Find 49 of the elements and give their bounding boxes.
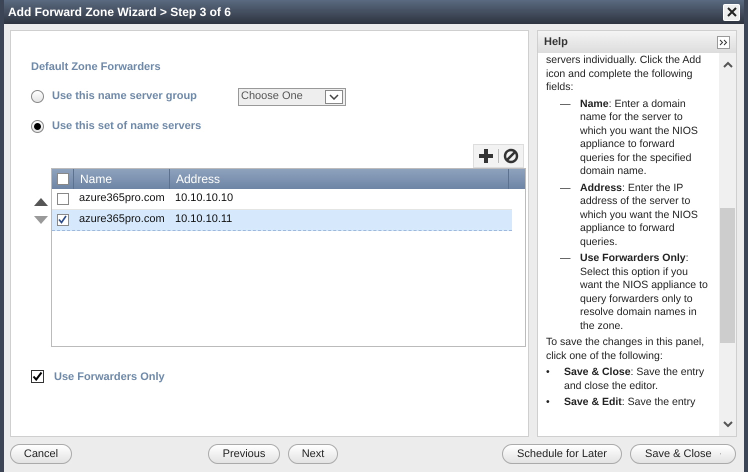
help-paragraph: servers individually. Click the Add icon and complete the following fields:: [546, 54, 702, 94]
help-item-text: Use Forwarders Only: Select this option if you want the NIOS appliance to query forwarders only to resolve domain names in the zone.: [580, 252, 709, 333]
save-close-button[interactable]: Save & Close: [630, 444, 736, 464]
radio-button[interactable]: [31, 120, 44, 133]
group-dropdown[interactable]: Choose One: [238, 88, 346, 106]
help-title: Help: [544, 34, 568, 50]
section-title: Default Zone Forwarders: [31, 60, 162, 75]
move-up-icon[interactable]: [34, 198, 48, 206]
row-checkbox[interactable]: [56, 192, 68, 204]
previous-button[interactable]: Previous: [208, 444, 280, 464]
add-icon[interactable]: [478, 148, 494, 164]
radio-label: Use this name server group: [52, 89, 198, 104]
help-item-text: Save & Edit: Save the entry: [564, 396, 696, 410]
help-paragraph: To save the changes in this panel, click one of the following:: [546, 336, 706, 363]
help-item-text: Save & Close: Save the entry and close the editor.: [564, 366, 706, 393]
bullet-mark: •: [546, 366, 551, 380]
checkbox[interactable]: [31, 370, 44, 384]
scrollbar[interactable]: [719, 53, 736, 436]
radio-label: Use this set of name servers: [52, 119, 202, 134]
dash-mark: —: [560, 98, 572, 112]
checkbox-label: Use Forwarders Only: [54, 370, 165, 384]
chevron-down-icon: [329, 94, 339, 100]
cancel-button[interactable]: Cancel: [10, 444, 72, 464]
move-down-icon[interactable]: [34, 216, 48, 224]
table-row[interactable]: azure365pro.com 10.10.10.11: [52, 210, 512, 230]
table-cell-text: azure365pro.com: [78, 191, 166, 206]
schedule-button[interactable]: Schedule for Later: [502, 444, 622, 464]
double-chevron-icon: [719, 38, 728, 46]
window-title: Add Forward Zone Wizard > Step 3 of 6: [8, 4, 231, 21]
table-cell-text: 10.10.10.10: [174, 191, 234, 206]
table-cell-text: 10.10.10.11: [174, 212, 234, 228]
select-all-checkbox[interactable]: [56, 172, 68, 184]
close-icon: [726, 7, 736, 17]
scroll-thumb[interactable]: [720, 208, 735, 343]
prohibited-icon[interactable]: [503, 148, 519, 164]
row-checkbox[interactable]: [56, 214, 68, 226]
dash-mark: —: [560, 182, 572, 196]
bullet-mark: •: [546, 396, 551, 410]
radio-button[interactable]: [31, 90, 44, 103]
table-cell-text: azure365pro.com: [78, 212, 166, 228]
dash-mark: —: [560, 252, 572, 266]
next-button[interactable]: Next: [288, 444, 338, 464]
collapse-button[interactable]: [717, 36, 730, 48]
table-row[interactable]: azure365pro.com 10.10.10.10: [52, 188, 512, 210]
scroll-up-icon[interactable]: [722, 61, 732, 68]
scroll-down-icon[interactable]: [722, 421, 732, 428]
help-item-text: Address: Enter the IP address of the server to which you want the NIOS appliance to forward queries.: [580, 182, 699, 249]
help-item-text: Name: Enter a domain name for the server to which you want the NIOS appliance to forward queries for the specified domain name.: [580, 98, 699, 178]
close-button[interactable]: [723, 4, 740, 20]
